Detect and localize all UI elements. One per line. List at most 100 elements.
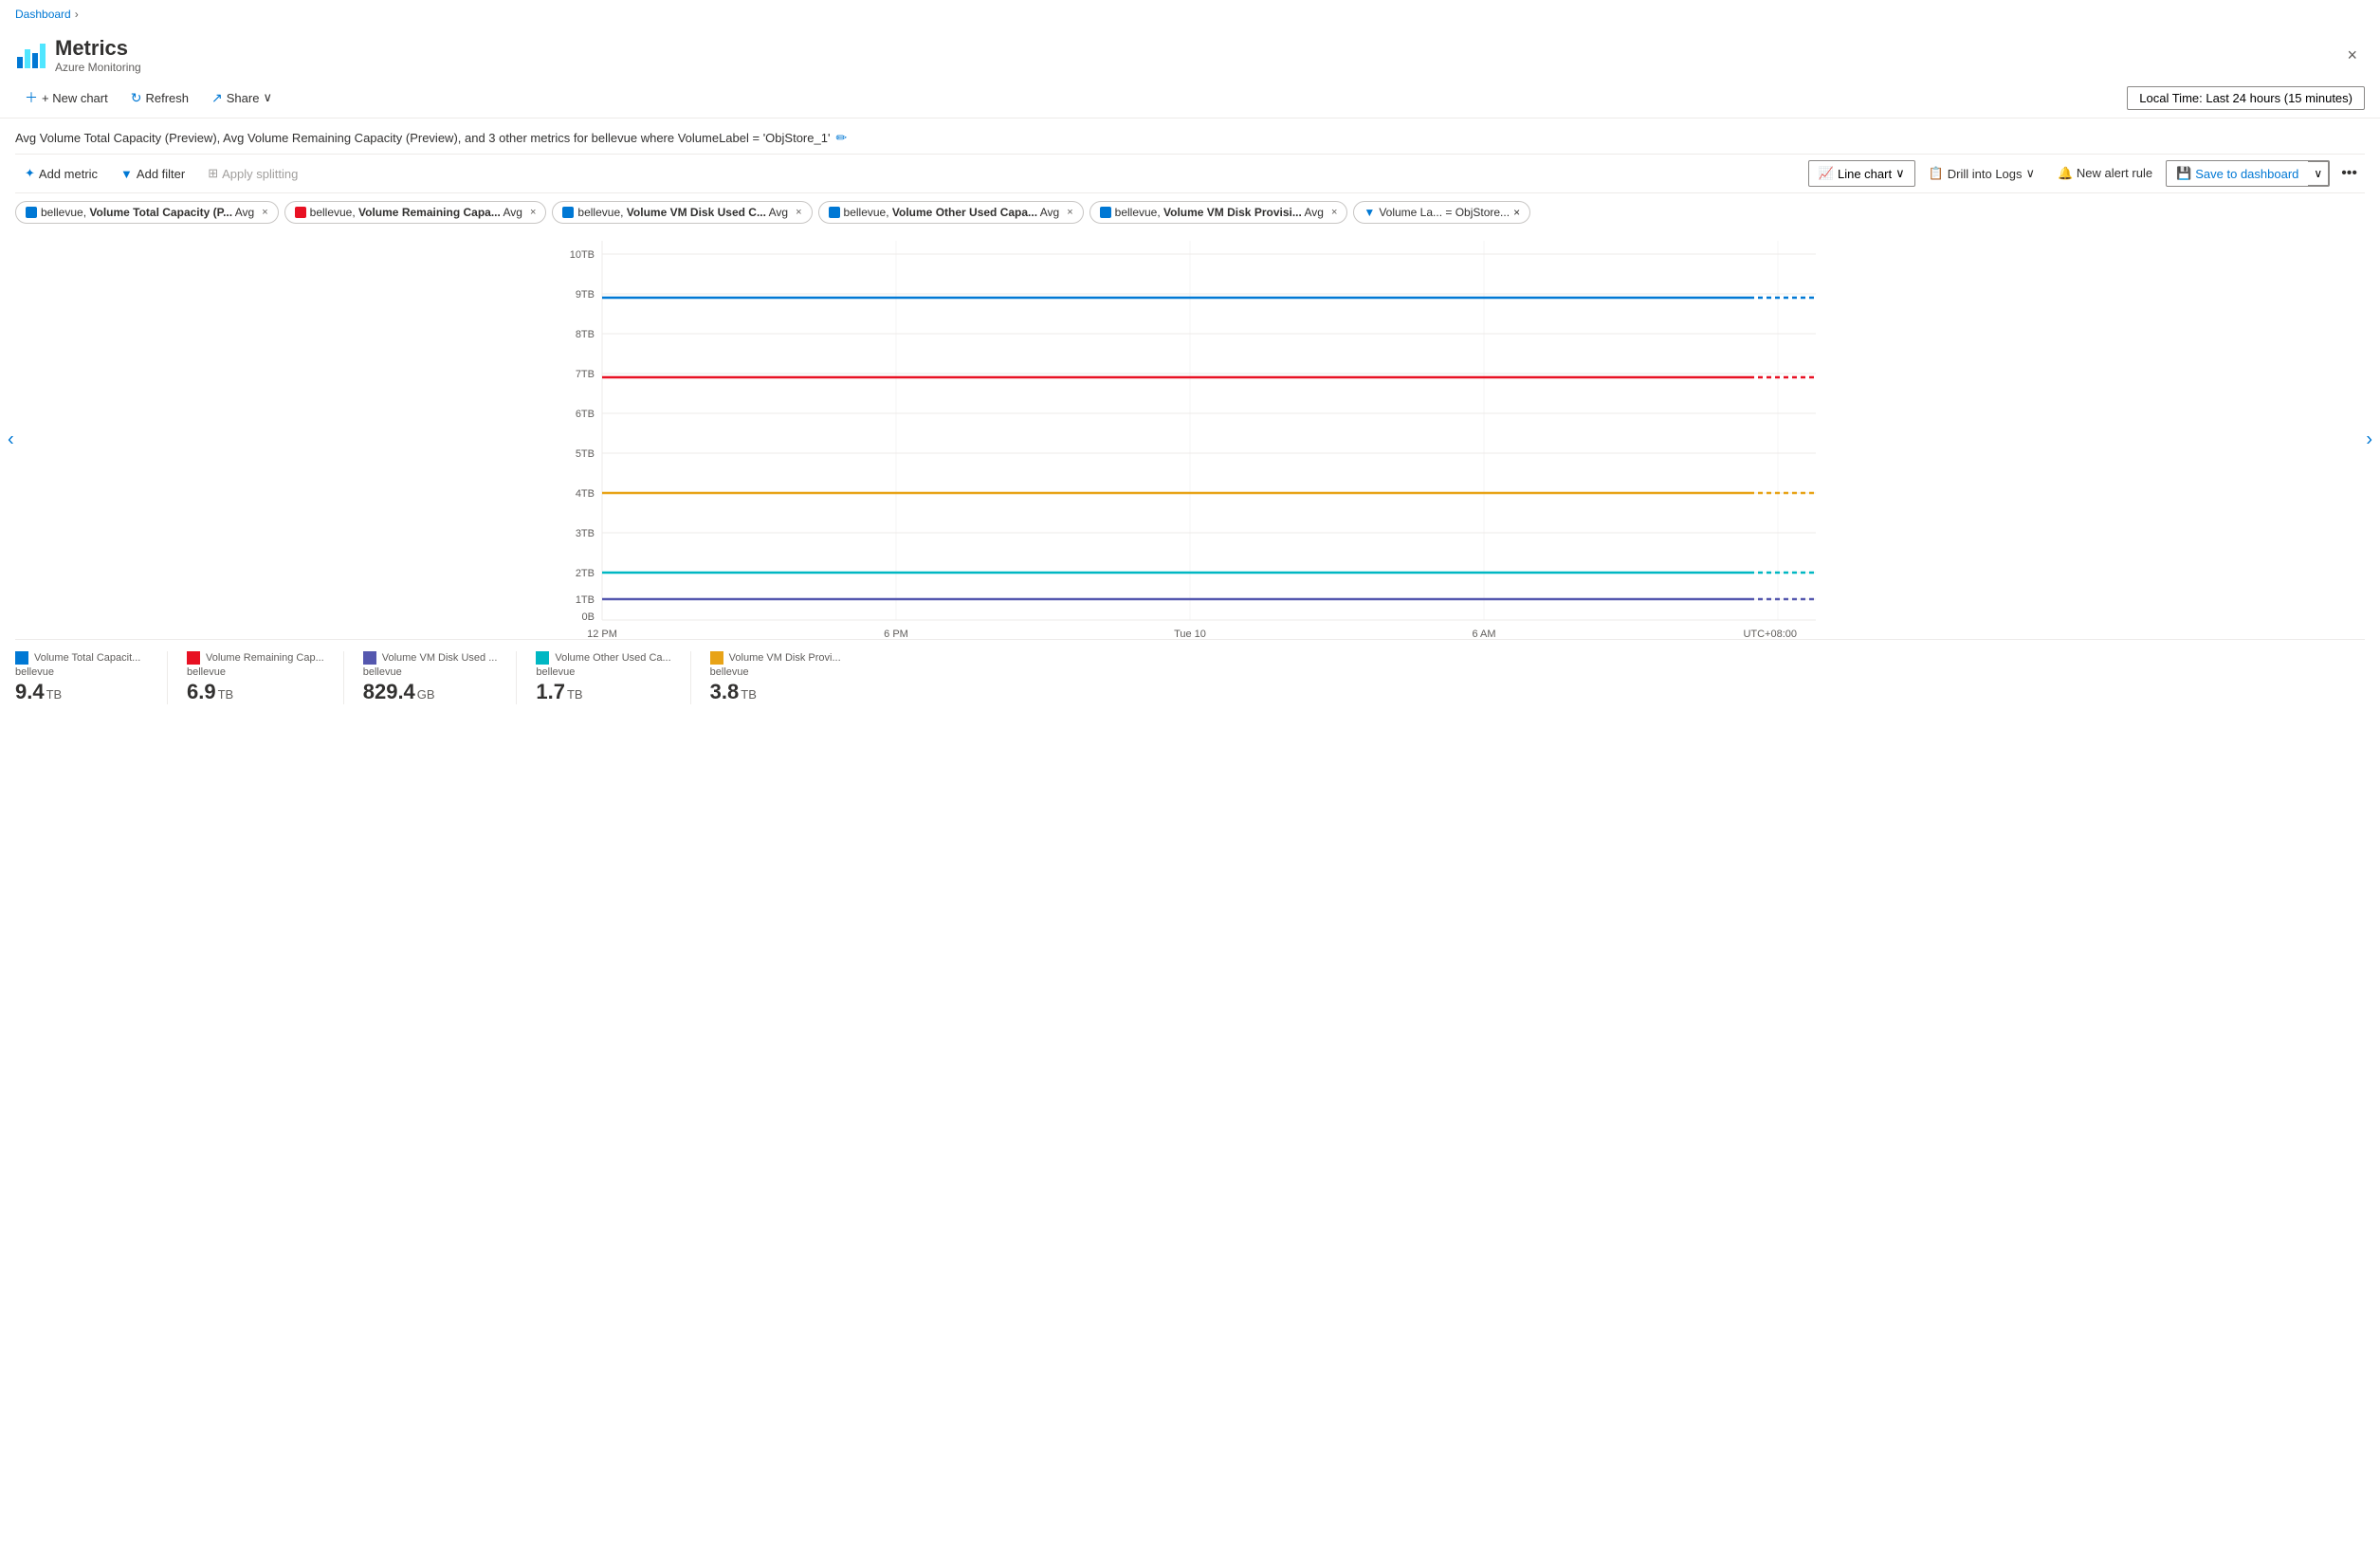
- tag1-remove[interactable]: ×: [262, 207, 267, 218]
- svg-text:UTC+08:00: UTC+08:00: [1743, 629, 1797, 639]
- tag4-color: [829, 207, 840, 218]
- line-chart-label: Line chart: [1838, 167, 1892, 181]
- metric-tags-container: bellevue, Volume Total Capacity (P... Av…: [15, 193, 2365, 231]
- legend4-unit: TB: [567, 687, 583, 702]
- legend-item-3: Volume VM Disk Used ... bellevue 829.4 G…: [363, 651, 498, 704]
- legend1-value: 9.4 TB: [15, 680, 148, 704]
- time-picker-button[interactable]: Local Time: Last 24 hours (15 minutes): [2127, 86, 2365, 110]
- close-button[interactable]: ×: [2339, 42, 2365, 69]
- line-chart-chevron: ∨: [1895, 166, 1905, 181]
- page-subtitle: Azure Monitoring: [55, 61, 141, 74]
- refresh-label: Refresh: [145, 91, 189, 105]
- legend-item-5: Volume VM Disk Provi... bellevue 3.8 TB: [710, 651, 843, 704]
- legend3-title: Volume VM Disk Used ...: [382, 652, 498, 664]
- tag3-color: [562, 207, 574, 218]
- tag2-label: bellevue, Volume Remaining Capa... Avg: [310, 206, 522, 219]
- refresh-button[interactable]: ↻ Refresh: [121, 85, 198, 111]
- tag1-label: bellevue, Volume Total Capacity (P... Av…: [41, 206, 254, 219]
- tag3-remove[interactable]: ×: [796, 207, 801, 218]
- svg-text:6 PM: 6 PM: [884, 629, 908, 639]
- filter-tag-remove[interactable]: ×: [1513, 206, 1520, 219]
- legend5-title: Volume VM Disk Provi...: [729, 652, 841, 664]
- legend1-subtitle: bellevue: [15, 666, 148, 678]
- chart-nav-right[interactable]: ›: [2366, 429, 2372, 451]
- svg-text:10TB: 10TB: [570, 249, 595, 261]
- svg-text:12 PM: 12 PM: [587, 629, 617, 639]
- edit-icon[interactable]: ✏: [835, 130, 847, 146]
- more-options-button[interactable]: •••: [2334, 160, 2365, 187]
- legend5-number: 3.8: [710, 680, 740, 704]
- svg-text:6TB: 6TB: [576, 409, 595, 420]
- metrics-toolbar: ✦ Add metric ▼ Add filter ⊞ Apply splitt…: [15, 154, 2365, 193]
- apply-splitting-button[interactable]: ⊞ Apply splitting: [198, 161, 307, 186]
- splitting-icon: ⊞: [208, 166, 218, 181]
- metric-tag-4[interactable]: bellevue, Volume Other Used Capa... Avg …: [818, 201, 1084, 224]
- filter-tag[interactable]: ▼ Volume La... = ObjStore... ×: [1353, 201, 1530, 224]
- share-icon: ↗: [211, 90, 223, 106]
- share-button[interactable]: ↗ Share ∨: [202, 85, 282, 111]
- alert-icon: 🔔: [2058, 166, 2073, 180]
- drill-label: Drill into Logs: [1948, 167, 2023, 181]
- new-alert-button[interactable]: 🔔 New alert rule: [2048, 161, 2162, 186]
- tag4-remove[interactable]: ×: [1067, 207, 1072, 218]
- legend4-title: Volume Other Used Ca...: [555, 652, 670, 664]
- drill-icon: 📋: [1929, 166, 1944, 181]
- metric-tag-3[interactable]: bellevue, Volume VM Disk Used C... Avg ×: [552, 201, 812, 224]
- metric-tag-2[interactable]: bellevue, Volume Remaining Capa... Avg ×: [284, 201, 547, 224]
- save-dashboard-button[interactable]: 💾 Save to dashboard: [2167, 161, 2308, 186]
- chart-container: Avg Volume Total Capacity (Preview), Avg…: [0, 119, 2380, 716]
- legend-divider-3: [516, 651, 517, 704]
- add-filter-button[interactable]: ▼ Add filter: [111, 162, 194, 186]
- legend3-value: 829.4 GB: [363, 680, 498, 704]
- legend5-value: 3.8 TB: [710, 680, 843, 704]
- chart-title-text: Avg Volume Total Capacity (Preview), Avg…: [15, 131, 830, 145]
- legend4-value: 1.7 TB: [536, 680, 670, 704]
- line-chart-button[interactable]: 📈 Line chart ∨: [1808, 160, 1915, 187]
- chart-area: ‹ › 10TB 9TB 8TB 7TB 6TB 5TB 4TB 3TB 2TB…: [15, 241, 2365, 639]
- add-metric-icon: ✦: [25, 166, 35, 181]
- page-title: Metrics: [55, 36, 141, 61]
- metrics-toolbar-right: 📈 Line chart ∨ 📋 Drill into Logs ∨ 🔔 New…: [1808, 160, 2365, 187]
- legend2-subtitle: bellevue: [187, 666, 324, 678]
- main-toolbar: ＋ + New chart ↻ Refresh ↗ Share ∨ Local …: [0, 78, 2380, 119]
- filter-icon: ▼: [120, 167, 133, 181]
- legend5-subtitle: bellevue: [710, 666, 843, 678]
- share-label: Share: [227, 91, 260, 105]
- tag2-remove[interactable]: ×: [530, 207, 536, 218]
- add-metric-button[interactable]: ✦ Add metric: [15, 161, 107, 186]
- share-chevron: ∨: [263, 90, 272, 105]
- new-chart-button[interactable]: ＋ + New chart: [15, 83, 118, 112]
- filter-funnel-icon: ▼: [1364, 206, 1375, 219]
- tag4-label: bellevue, Volume Other Used Capa... Avg: [844, 206, 1060, 219]
- metrics-icon: [15, 40, 46, 70]
- new-alert-label: New alert rule: [2077, 166, 2152, 180]
- chart-title-bar: Avg Volume Total Capacity (Preview), Avg…: [15, 119, 2365, 154]
- svg-text:4TB: 4TB: [576, 488, 595, 500]
- breadcrumb-dashboard[interactable]: Dashboard: [15, 8, 71, 21]
- tag5-remove[interactable]: ×: [1331, 207, 1337, 218]
- svg-text:3TB: 3TB: [576, 528, 595, 539]
- svg-text:1TB: 1TB: [576, 594, 595, 606]
- chart-nav-left[interactable]: ‹: [8, 429, 14, 451]
- tag2-color: [295, 207, 306, 218]
- legend-divider-1: [167, 651, 168, 704]
- legend2-unit: TB: [218, 687, 234, 702]
- apply-splitting-label: Apply splitting: [222, 167, 298, 181]
- metric-tag-5[interactable]: bellevue, Volume VM Disk Provisi... Avg …: [1089, 201, 1348, 224]
- legend4-number: 1.7: [536, 680, 565, 704]
- save-dashboard-group: 💾 Save to dashboard ∨: [2166, 160, 2330, 187]
- legend-item-1: Volume Total Capacit... bellevue 9.4 TB: [15, 651, 148, 704]
- metric-tag-1[interactable]: bellevue, Volume Total Capacity (P... Av…: [15, 201, 279, 224]
- svg-text:5TB: 5TB: [576, 448, 595, 460]
- save-dashboard-chevron-button[interactable]: ∨: [2308, 161, 2329, 186]
- legend3-color: [363, 651, 376, 665]
- page-header: Metrics Azure Monitoring ×: [0, 28, 2380, 78]
- breadcrumb: Dashboard ›: [0, 0, 2380, 28]
- legend1-color: [15, 651, 28, 665]
- svg-text:9TB: 9TB: [576, 289, 595, 301]
- drill-logs-button[interactable]: 📋 Drill into Logs ∨: [1919, 161, 2044, 186]
- add-metric-label: Add metric: [39, 167, 98, 181]
- drill-chevron: ∨: [2026, 166, 2036, 181]
- svg-text:7TB: 7TB: [576, 369, 595, 380]
- svg-text:8TB: 8TB: [576, 329, 595, 340]
